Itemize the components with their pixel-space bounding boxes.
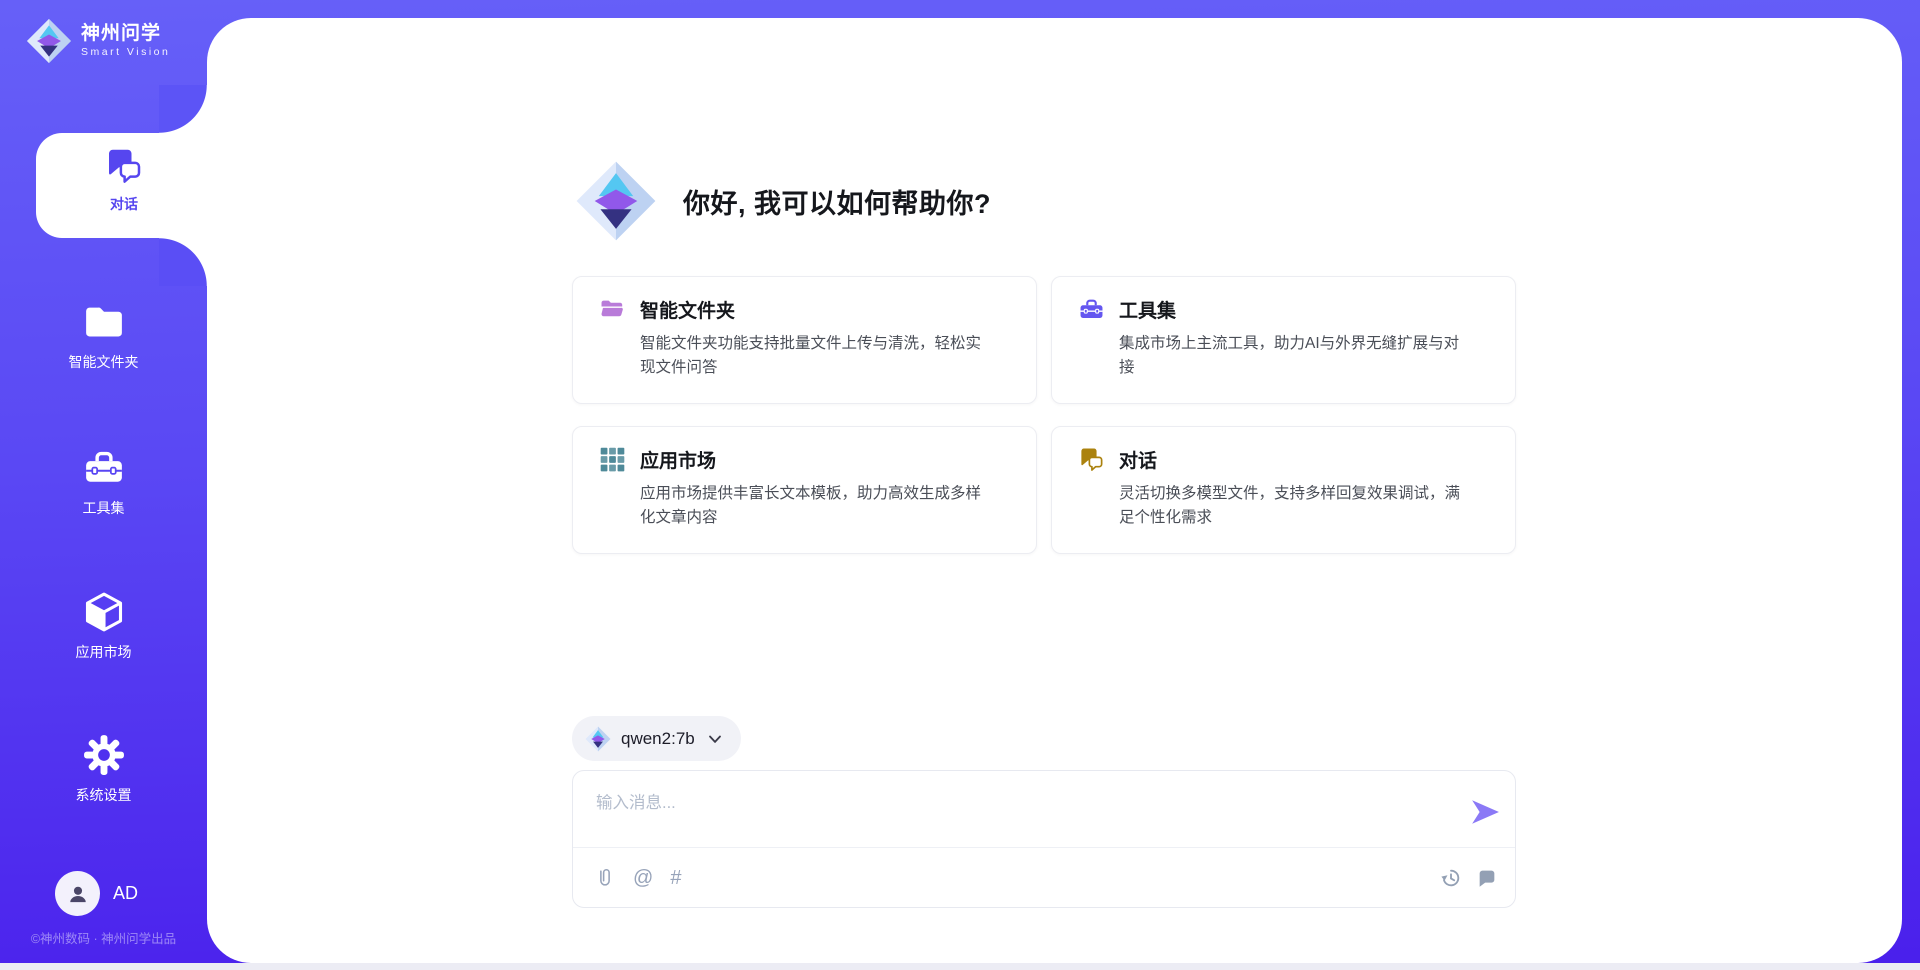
user-initials: AD	[113, 883, 138, 904]
sidebar-item-label: 工具集	[83, 498, 125, 518]
chat-bubble-icon	[1476, 867, 1498, 889]
send-button[interactable]	[1470, 798, 1500, 826]
greeting-block: 你好, 我可以如何帮助你?	[575, 160, 991, 242]
gear-icon	[82, 733, 126, 777]
assistant-diamond-icon	[575, 160, 657, 242]
grid-icon	[599, 446, 626, 473]
sidebar-item-toolset[interactable]: 工具集	[0, 446, 207, 518]
topic-button[interactable]: #	[670, 868, 681, 888]
sidebar-item-label: 智能文件夹	[69, 352, 139, 372]
person-icon	[65, 881, 91, 907]
sidebar-item-label: 对话	[110, 194, 138, 214]
open-folder-icon	[599, 296, 626, 323]
paperclip-icon	[594, 867, 616, 889]
sidebar-item-smart-folders[interactable]: 智能文件夹	[0, 300, 207, 372]
tab-curve-top	[159, 85, 207, 133]
card-title: 对话	[1119, 446, 1157, 473]
card-chat[interactable]: 对话 灵活切换多模型文件，支持多样回复效果调试，满足个性化需求	[1051, 426, 1516, 554]
brand-name: 神州问学	[81, 24, 170, 45]
card-title: 应用市场	[640, 446, 716, 473]
app-window: 神州问学 Smart Vision 对话 智能文件夹 工具集 应用市场 系统设置…	[0, 0, 1920, 970]
chevron-down-icon	[705, 729, 725, 749]
user-account[interactable]: AD	[55, 871, 138, 916]
card-description: 应用市场提供丰富长文本模板，助力高效生成多样化文章内容	[640, 482, 1010, 530]
card-description: 集成市场上主流工具，助力AI与外界无缝扩展与对接	[1119, 332, 1489, 380]
sidebar-item-label: 系统设置	[76, 785, 132, 805]
feature-cards: 智能文件夹 智能文件夹功能支持批量文件上传与清洗，轻松实现文件问答 工具集 集成…	[572, 276, 1516, 554]
model-name: qwen2:7b	[621, 729, 695, 749]
briefcase-icon	[1078, 296, 1105, 323]
tab-curve-bottom	[159, 238, 207, 286]
card-toolset[interactable]: 工具集 集成市场上主流工具，助力AI与外界无缝扩展与对接	[1051, 276, 1516, 404]
history-button[interactable]	[1440, 867, 1462, 889]
card-smart-folders[interactable]: 智能文件夹 智能文件夹功能支持批量文件上传与清洗，轻松实现文件问答	[572, 276, 1037, 404]
brand-subtitle: Smart Vision	[81, 46, 170, 58]
card-description: 灵活切换多模型文件，支持多样回复效果调试，满足个性化需求	[1119, 482, 1489, 530]
toolbox-icon	[82, 446, 126, 490]
chat-icon	[104, 146, 144, 186]
send-icon	[1470, 798, 1500, 826]
card-app-market[interactable]: 应用市场 应用市场提供丰富长文本模板，助力高效生成多样化文章内容	[572, 426, 1037, 554]
composer-toolbar: @ #	[594, 848, 1498, 907]
card-title: 智能文件夹	[640, 296, 735, 323]
sidebar-item-chat[interactable]: 对话	[36, 146, 212, 214]
model-diamond-icon	[585, 726, 611, 752]
history-clock-icon	[1440, 867, 1462, 889]
chat-icon	[1078, 446, 1105, 473]
sidebar-item-settings[interactable]: 系统设置	[0, 733, 207, 805]
sidebar-item-label: 应用市场	[76, 642, 132, 662]
mention-button[interactable]: @	[633, 868, 653, 888]
brand-logo: 神州问学 Smart Vision	[26, 18, 206, 64]
message-input[interactable]	[596, 788, 1416, 818]
sidebar-item-app-market[interactable]: 应用市场	[0, 590, 207, 662]
brand-diamond-icon	[26, 18, 72, 64]
copyright-footer: ©神州数码 · 神州问学出品	[0, 928, 207, 947]
avatar	[55, 871, 100, 916]
model-selector[interactable]: qwen2:7b	[572, 716, 741, 761]
message-composer: @ #	[572, 770, 1516, 908]
folder-icon	[82, 300, 126, 344]
card-description: 智能文件夹功能支持批量文件上传与清洗，轻松实现文件问答	[640, 332, 1010, 380]
attach-file-button[interactable]	[594, 867, 616, 889]
greeting-title: 你好, 我可以如何帮助你?	[683, 182, 991, 221]
card-title: 工具集	[1119, 296, 1176, 323]
cube-icon	[82, 590, 126, 634]
new-chat-button[interactable]	[1476, 867, 1498, 889]
bottom-scrollbar-track[interactable]	[0, 963, 1920, 970]
